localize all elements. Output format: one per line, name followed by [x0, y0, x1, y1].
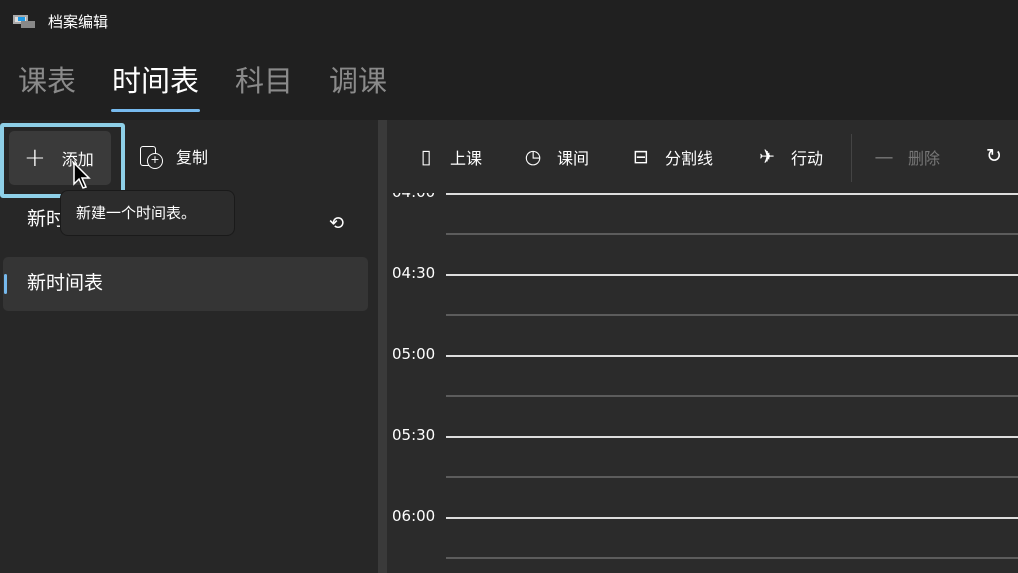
- minus-icon: —: [874, 146, 894, 168]
- hour-line: [446, 274, 1018, 276]
- clock-icon: ◷: [524, 146, 542, 168]
- minor-line: [446, 476, 1018, 478]
- tab-schedule[interactable]: 课表: [18, 58, 76, 116]
- minor-line: [446, 557, 1018, 559]
- copy-button[interactable]: 复制: [140, 144, 209, 169]
- plane-takeoff-icon: ✈: [759, 146, 775, 168]
- copy-label: 复制: [176, 148, 209, 167]
- tooltip: 新建一个时间表。: [60, 190, 235, 236]
- hour-line: [446, 355, 1018, 357]
- hour-line: [446, 436, 1018, 438]
- timeline-panel: [387, 120, 1018, 573]
- class-label: 上课: [450, 149, 483, 168]
- history-icon[interactable]: ⟲: [329, 213, 344, 234]
- tab-bar: 课表 时间表 科目 调课: [0, 58, 405, 120]
- tab-subjects[interactable]: 科目: [235, 58, 293, 116]
- mouse-cursor-icon: [73, 162, 91, 189]
- tab-adjust[interactable]: 调课: [329, 58, 387, 116]
- divider-label: 分割线: [665, 149, 714, 168]
- app-icon: [13, 13, 35, 29]
- time-label: 04:30: [392, 264, 436, 282]
- hour-line: [446, 193, 1018, 195]
- minor-line: [446, 395, 1018, 397]
- time-label: 05:00: [392, 345, 436, 363]
- title-bar: 档案编辑: [0, 0, 1018, 44]
- add-action-button[interactable]: ✈ 行动: [757, 145, 823, 169]
- add-break-button[interactable]: ◷ 课间: [523, 145, 589, 169]
- copy-icon: [140, 146, 163, 169]
- toolbar-separator: [851, 134, 852, 182]
- break-label: 课间: [557, 149, 590, 168]
- refresh-button[interactable]: ↻: [984, 145, 1018, 167]
- action-label: 行动: [791, 149, 824, 168]
- refresh-icon: ↻: [986, 145, 1002, 167]
- time-label: 05:30: [392, 426, 436, 444]
- hour-line: [446, 517, 1018, 519]
- plus-icon: +: [24, 143, 46, 173]
- delete-button[interactable]: — 删除: [874, 145, 941, 169]
- delete-label: 删除: [908, 149, 941, 168]
- divider-icon: ⊟: [633, 146, 649, 168]
- panel-splitter[interactable]: [378, 120, 387, 573]
- add-class-button[interactable]: ▯ 上课: [416, 145, 482, 169]
- tab-timetable[interactable]: 时间表: [111, 58, 201, 116]
- minor-line: [446, 314, 1018, 316]
- window-title: 档案编辑: [48, 13, 109, 31]
- class-icon: ▯: [420, 146, 432, 168]
- add-divider-button[interactable]: ⊟ 分割线: [631, 145, 713, 169]
- time-label: 06:00: [392, 507, 436, 525]
- minor-line: [446, 233, 1018, 235]
- list-item-selected[interactable]: 新时间表: [3, 257, 368, 311]
- add-button[interactable]: + 添加: [9, 131, 111, 185]
